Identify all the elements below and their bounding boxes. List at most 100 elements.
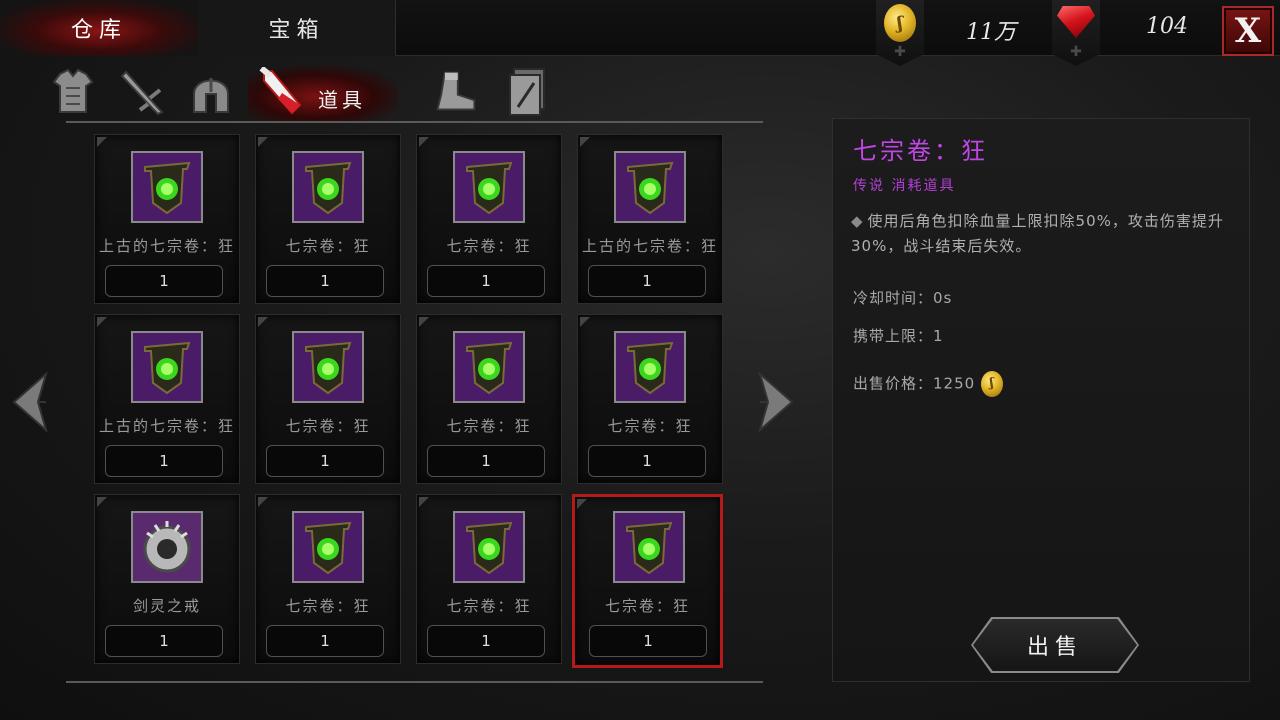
item-count: 1 <box>105 445 223 477</box>
slot-corner-mark <box>97 497 107 507</box>
slot-corner-mark <box>258 497 268 507</box>
item-slot-1[interactable]: 上古的七宗卷：狂 1 <box>94 134 240 304</box>
banner-scroll-icon <box>453 151 525 223</box>
gold-coin-icon: ʃ <box>884 4 916 42</box>
banner-scroll-icon <box>614 151 686 223</box>
slot-corner-mark <box>419 317 429 327</box>
item-count: 1 <box>105 265 223 297</box>
item-slot-12-selected[interactable]: 七宗卷：狂 1 <box>572 494 723 668</box>
item-slot-8[interactable]: 七宗卷：狂 1 <box>577 314 723 484</box>
prev-page-button[interactable] <box>10 371 50 433</box>
category-boots[interactable] <box>432 66 478 118</box>
grid-top-divider <box>66 121 763 123</box>
item-count: 1 <box>266 625 384 657</box>
helmet-icon <box>193 78 229 113</box>
item-count: 1 <box>266 445 384 477</box>
item-name: 剑灵之戒 <box>132 597 201 615</box>
slot-corner-mark <box>419 137 429 147</box>
item-slot-2[interactable]: 七宗卷：狂 1 <box>255 134 401 304</box>
close-button[interactable]: X <box>1222 6 1274 56</box>
potion-icon <box>259 67 302 115</box>
item-name: 七宗卷：狂 <box>285 237 371 255</box>
item-slot-3[interactable]: 七宗卷：狂 1 <box>416 134 562 304</box>
item-name: 上古的七宗卷：狂 <box>98 417 235 435</box>
gem-amount: 104 <box>1146 14 1188 39</box>
banner-scroll-icon <box>614 331 686 403</box>
item-name: 七宗卷：狂 <box>604 597 690 615</box>
banner-scroll-icon <box>453 331 525 403</box>
gold-amount: 11万 <box>966 20 1016 45</box>
tab-treasure-chest-label: 宝箱 <box>268 18 325 43</box>
sell-button-label: 出售 <box>1026 635 1083 660</box>
next-page-button[interactable] <box>756 371 796 433</box>
banner-scroll-icon <box>292 331 364 403</box>
slot-corner-mark <box>577 499 587 509</box>
detail-cooldown: 冷却时间：0s <box>853 289 953 307</box>
close-icon: X <box>1234 11 1262 51</box>
banner-scroll-icon <box>453 511 525 583</box>
slot-corner-mark <box>97 137 107 147</box>
sell-button[interactable]: 出售 <box>973 619 1137 671</box>
sell-price-value: 1250 <box>933 374 976 393</box>
detail-sell-price: 出售价格：1250 ʃ <box>853 371 1004 397</box>
gem-slot[interactable]: ✚ <box>1052 0 1100 66</box>
slot-corner-mark <box>258 137 268 147</box>
gold-coin-slot[interactable]: ʃ ✚ <box>876 0 924 66</box>
slot-corner-mark <box>580 137 590 147</box>
detail-description: ◆ 使用后角色扣除血量上限扣除50%，攻击伤害提升30%，战斗结束后失效。 <box>851 209 1247 259</box>
category-items-label: 道具 <box>318 88 366 112</box>
tab-treasure-chest[interactable]: 宝箱 <box>198 0 396 56</box>
item-name: 七宗卷：狂 <box>285 597 371 615</box>
item-name: 七宗卷：狂 <box>607 417 693 435</box>
category-weapon[interactable] <box>120 66 166 118</box>
boot-icon <box>436 71 476 111</box>
chevron-left-icon <box>12 371 48 433</box>
banner-scroll-icon <box>131 151 203 223</box>
banner-scroll-icon <box>613 511 685 583</box>
slot-corner-mark <box>97 317 107 327</box>
sell-price-label: 出售价格： <box>853 374 934 393</box>
item-slot-7[interactable]: 七宗卷：狂 1 <box>416 314 562 484</box>
detail-carry-limit: 携带上限：1 <box>853 327 944 345</box>
armor-icon <box>52 68 94 113</box>
item-slot-5[interactable]: 上古的七宗卷：狂 1 <box>94 314 240 484</box>
item-name: 上古的七宗卷：狂 <box>581 237 718 255</box>
detail-description-text: 使用后角色扣除血量上限扣除50%，攻击伤害提升30%，战斗结束后失效。 <box>851 212 1224 255</box>
category-armor[interactable] <box>50 66 96 118</box>
item-name: 七宗卷：狂 <box>446 597 532 615</box>
scroll-card-icon <box>509 68 545 116</box>
add-gold-icon: ✚ <box>894 44 906 60</box>
tab-warehouse-label: 仓库 <box>70 18 127 43</box>
item-name: 七宗卷：狂 <box>446 237 532 255</box>
spiked-ring-icon <box>131 511 203 583</box>
item-slot-6[interactable]: 七宗卷：狂 1 <box>255 314 401 484</box>
tab-warehouse[interactable]: 仓库 <box>0 0 198 56</box>
category-cards[interactable] <box>504 66 550 118</box>
item-count: 1 <box>105 625 223 657</box>
detail-item-rarity: 传说 消耗道具 <box>853 178 956 194</box>
item-detail-panel: 七宗卷：狂 传说 消耗道具 ◆ 使用后角色扣除血量上限扣除50%，攻击伤害提升30… <box>832 118 1250 682</box>
item-name: 上古的七宗卷：狂 <box>98 237 235 255</box>
item-count: 1 <box>427 445 545 477</box>
category-items[interactable] <box>256 66 302 118</box>
item-name: 七宗卷：狂 <box>285 417 371 435</box>
detail-item-title: 七宗卷：狂 <box>853 137 988 165</box>
add-gem-icon: ✚ <box>1070 44 1082 60</box>
banner-scroll-icon <box>292 151 364 223</box>
item-slot-10[interactable]: 七宗卷：狂 1 <box>255 494 401 664</box>
grid-bottom-divider <box>66 681 763 683</box>
slot-corner-mark <box>419 497 429 507</box>
banner-scroll-icon <box>131 331 203 403</box>
diamond-bullet-icon: ◆ <box>851 212 864 230</box>
item-slot-9[interactable]: 剑灵之戒 1 <box>94 494 240 664</box>
item-name: 七宗卷：狂 <box>446 417 532 435</box>
item-slot-4[interactable]: 上古的七宗卷：狂 1 <box>577 134 723 304</box>
banner-scroll-icon <box>292 511 364 583</box>
item-count: 1 <box>588 445 706 477</box>
gold-coin-icon: ʃ <box>981 371 1004 397</box>
slot-corner-mark <box>580 317 590 327</box>
item-slot-11[interactable]: 七宗卷：狂 1 <box>416 494 562 664</box>
item-count: 1 <box>427 265 545 297</box>
slot-corner-mark <box>258 317 268 327</box>
category-helmet[interactable] <box>188 66 234 118</box>
